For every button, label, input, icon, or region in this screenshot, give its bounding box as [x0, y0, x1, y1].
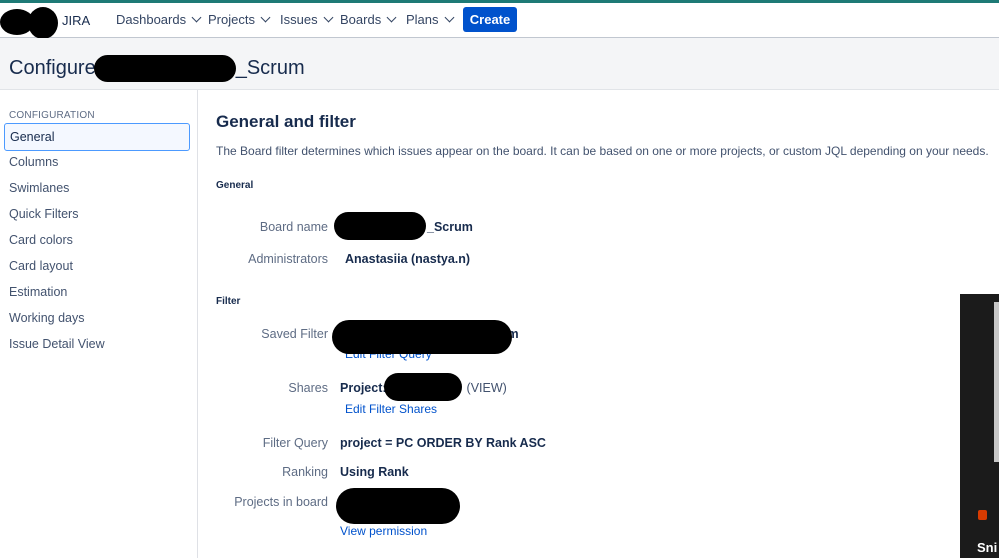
- main-content: General and filter The Board filter dete…: [198, 90, 999, 558]
- sidebar-item-card-colors[interactable]: Card colors: [4, 227, 190, 255]
- chevron-down-icon: [260, 12, 271, 23]
- filter-query-label: Filter Query: [262, 436, 328, 450]
- shares-prefix: Project:: [340, 381, 387, 395]
- nav-boards[interactable]: Boards: [340, 12, 397, 27]
- nav-plans-label: Plans: [406, 12, 439, 27]
- view-permission-link[interactable]: View permission: [340, 524, 427, 538]
- overlay-scroll-strip: [994, 302, 999, 462]
- top-navigation: JIRA Dashboards Projects Issues Boards P…: [0, 3, 999, 39]
- nav-boards-label: Boards: [340, 12, 382, 27]
- create-button[interactable]: Create: [463, 7, 517, 32]
- chevron-down-icon: [191, 12, 202, 23]
- nav-issues[interactable]: Issues: [280, 12, 334, 27]
- title-redaction: [94, 55, 236, 82]
- sidebar-item-quick-filters[interactable]: Quick Filters: [4, 201, 190, 229]
- filter-query-value: project = PC ORDER BY Rank ASC: [340, 436, 546, 450]
- app-logo-text[interactable]: JIRA: [62, 13, 90, 28]
- board-name-redaction: [334, 212, 426, 240]
- sidebar-item-swimlanes[interactable]: Swimlanes: [4, 175, 190, 203]
- page-title-suffix: _Scrum: [235, 57, 305, 79]
- ranking-label: Ranking: [282, 465, 328, 479]
- administrators-label: Administrators: [248, 252, 328, 266]
- sidebar-item-issue-detail-view[interactable]: Issue Detail View: [4, 331, 190, 359]
- shares-suffix: (VIEW): [466, 381, 507, 395]
- projects-in-board-label: Projects in board: [234, 495, 328, 509]
- board-name-value: _Scrum: [427, 220, 473, 234]
- nav-dashboards-label: Dashboards: [116, 12, 187, 27]
- sidebar-item-working-days[interactable]: Working days: [4, 305, 190, 333]
- sidebar-item-estimation[interactable]: Estimation: [4, 279, 190, 307]
- nav-issues-label: Issues: [280, 12, 318, 27]
- sidebar-item-general[interactable]: General: [4, 123, 190, 151]
- nav-projects-label: Projects: [208, 12, 255, 27]
- sidebar-heading: CONFIGURATION: [9, 110, 95, 121]
- app-icon: [978, 510, 987, 520]
- chevron-down-icon: [386, 12, 397, 23]
- chevron-down-icon: [323, 12, 334, 23]
- sidebar-item-columns[interactable]: Columns: [4, 149, 190, 177]
- filter-section-heading: Filter: [216, 296, 241, 307]
- general-section-heading: General: [216, 180, 254, 191]
- edit-filter-shares-link[interactable]: Edit Filter Shares: [345, 402, 437, 416]
- page-title-prefix: Configure: [9, 57, 96, 79]
- shares-redaction: [384, 373, 462, 401]
- administrators-value: Anastasiia (nastya.n): [345, 252, 471, 266]
- board-name-label: Board name: [259, 220, 328, 234]
- overlay-window-fragment: Sni: [960, 294, 999, 558]
- ranking-value: Using Rank: [340, 465, 409, 479]
- shares-label: Shares: [288, 381, 328, 395]
- section-title: General and filter: [216, 112, 356, 131]
- chevron-down-icon: [444, 12, 454, 23]
- nav-dashboards[interactable]: Dashboards: [116, 12, 202, 27]
- logo-redaction-2: [28, 7, 58, 39]
- page-header: Configure _Scrum: [0, 38, 999, 90]
- nav-projects[interactable]: Projects: [208, 12, 271, 27]
- overlay-text: Sni: [977, 540, 998, 555]
- saved-filter-redaction: [332, 320, 512, 354]
- section-description: The Board filter determines which issues…: [216, 144, 989, 158]
- nav-plans[interactable]: Plans: [406, 12, 454, 27]
- saved-filter-label: Saved Filter: [261, 327, 328, 341]
- projects-redaction: [336, 488, 460, 524]
- sidebar: CONFIGURATION General Columns Swimlanes …: [0, 90, 198, 558]
- sidebar-item-card-layout[interactable]: Card layout: [4, 253, 190, 281]
